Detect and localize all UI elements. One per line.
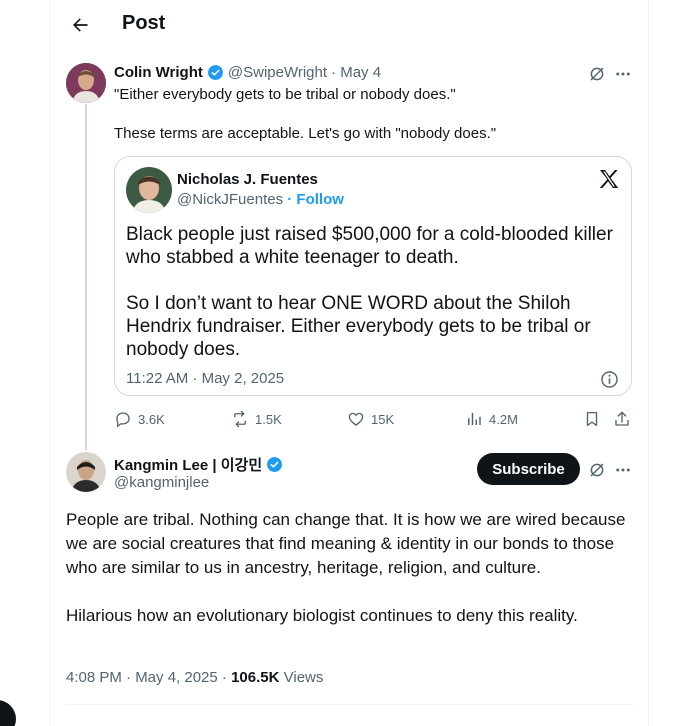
subscribe-button[interactable]: Subscribe [477, 453, 580, 485]
main-post-text: People are tribal. Nothing can change th… [66, 510, 626, 625]
reply-count: 3.6K [138, 411, 165, 427]
quoted-timestamp[interactable]: 11:22 AM · May 2, 2025 [126, 370, 284, 387]
more-horizontal-icon [616, 72, 630, 76]
person-photo-icon [66, 63, 106, 103]
person-photo-icon [126, 167, 172, 213]
grok-button[interactable] [586, 63, 608, 85]
post-date[interactable]: · May 4 [331, 64, 381, 81]
page-title: Post [122, 12, 166, 34]
x-logo-icon [599, 170, 619, 188]
repost-count: 1.5K [255, 411, 282, 427]
verified-badge-icon [207, 65, 223, 80]
quoted-handle-line: @NickJFuentes · Follow [177, 191, 344, 208]
back-button[interactable] [64, 9, 96, 41]
arrow-left-icon [73, 18, 88, 32]
follow-link[interactable]: · Follow [287, 191, 344, 208]
analytics-icon [468, 413, 481, 425]
floating-action-button[interactable] [0, 700, 16, 726]
more-options-button[interactable] [612, 63, 634, 85]
post-column: Post Colin Wright @SwipeWright · May 4 "… [49, 0, 649, 726]
views-count-value: 106.5K [231, 669, 280, 686]
avatar-colin-wright[interactable] [66, 63, 106, 103]
heart-icon [348, 412, 364, 426]
more-horizontal-icon [616, 468, 630, 472]
info-button[interactable] [598, 368, 620, 390]
main-author-handle[interactable]: @kangminjlee [114, 474, 209, 491]
quoted-author-name[interactable]: Nicholas J. Fuentes [177, 171, 318, 188]
quoted-paragraph-2: So I don’t want to hear ONE WORD about t… [126, 293, 591, 360]
person-photo-icon [66, 452, 106, 492]
like-action[interactable]: 15K [347, 410, 394, 428]
reply-icon [116, 412, 130, 428]
verified-badge-icon [267, 457, 283, 472]
more-options-button[interactable] [612, 459, 634, 481]
post-time-link[interactable]: 4:08 PM · May 4, 2025 · [66, 669, 227, 686]
views-action[interactable]: 4.2M [465, 410, 518, 428]
author-name[interactable]: Colin Wright [114, 64, 203, 81]
views-count: 4.2M [489, 411, 518, 427]
bookmark-button[interactable] [582, 409, 602, 429]
repost-icon [234, 410, 246, 428]
avatar-nicholas-fuentes[interactable] [126, 167, 172, 213]
views-label: Views [283, 669, 324, 686]
repost-action[interactable]: 1.5K [231, 410, 282, 428]
reply-author-line: Colin Wright @SwipeWright · May 4 [114, 64, 381, 81]
grok-icon [590, 463, 604, 477]
x-logo-link[interactable] [595, 165, 623, 193]
reply-text-line-1: "Either everybody gets to be tribal or n… [114, 86, 456, 103]
author-handle[interactable]: @SwipeWright [228, 64, 327, 81]
reply-text-line-2: These terms are acceptable. Let's go wit… [114, 125, 497, 142]
avatar-kangmin-lee[interactable] [66, 452, 106, 492]
reply-action[interactable]: 3.6K [114, 410, 165, 428]
info-icon [600, 370, 618, 388]
grok-button[interactable] [586, 459, 608, 481]
main-author-name[interactable]: Kangmin Lee | 이강민 [114, 454, 262, 475]
bookmark-icon [586, 411, 598, 427]
stats-divider [66, 704, 634, 705]
quoted-post-card[interactable]: Nicholas J. Fuentes @NickJFuentes · Foll… [114, 156, 632, 396]
grok-icon [590, 67, 604, 81]
thread-connector-line [85, 104, 87, 450]
quoted-paragraph-1: Black people just raised $500,000 for a … [126, 224, 613, 268]
main-post-timestamp: 4:08 PM · May 4, 2025 · 106.5K Views [66, 669, 323, 686]
page-header: Post [50, 0, 650, 50]
share-button[interactable] [612, 409, 632, 429]
share-icon [615, 411, 629, 426]
like-count: 15K [371, 411, 395, 427]
quoted-author-handle[interactable]: @NickJFuentes [177, 191, 283, 208]
main-author-line: Kangmin Lee | 이강민 [114, 454, 283, 475]
